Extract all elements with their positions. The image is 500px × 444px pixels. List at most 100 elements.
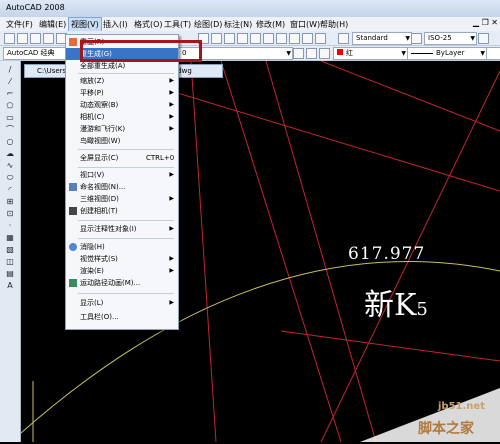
submenu-arrow-icon: ▶	[169, 125, 174, 132]
menu-item-zoom[interactable]: 缩放(Z) ▶	[66, 75, 178, 87]
insert-block-icon[interactable]: ⊞	[5, 197, 15, 206]
hatch-icon[interactable]: ▦	[5, 233, 15, 242]
drawing-label-sub: 5	[416, 299, 428, 320]
dim-style-icon[interactable]	[411, 33, 422, 44]
sheet-set-icon[interactable]	[289, 33, 300, 44]
new-file-icon[interactable]	[4, 33, 15, 44]
submenu-arrow-icon: ▶	[169, 267, 174, 274]
menu-item-toolbars[interactable]: 工具栏(O)...	[66, 311, 178, 323]
menu-file[interactable]: 文件(F)	[6, 19, 33, 30]
design-center-icon[interactable]	[263, 33, 274, 44]
menu-item-pan[interactable]: 平移(P) ▶	[66, 87, 178, 99]
menu-draw[interactable]: 绘图(D)	[194, 19, 222, 30]
text-style-select[interactable]: Standard ▼	[352, 32, 412, 45]
menu-item-create-camera[interactable]: 创建相机(T)	[66, 205, 178, 217]
menu-item-motion-path[interactable]: 运动路径动画(M)...	[66, 277, 178, 289]
color-select[interactable]: 红 ▼	[333, 47, 408, 60]
layer-previous-icon[interactable]	[293, 48, 304, 59]
submenu-arrow-icon: ▶	[169, 113, 174, 120]
submenu-arrow-icon: ▶	[169, 299, 174, 306]
spline-icon[interactable]: ∿	[5, 161, 15, 170]
tool-palettes-icon[interactable]	[276, 33, 287, 44]
workspace-select[interactable]: AutoCAD 经典	[3, 47, 66, 60]
menu-item-hide[interactable]: 消隐(H)	[66, 241, 178, 253]
line-tool-icon[interactable]: /	[5, 65, 15, 74]
rectangle-icon[interactable]: ▭	[5, 113, 15, 122]
layer-states-icon[interactable]	[319, 48, 330, 59]
zoom-previous-icon[interactable]	[237, 33, 248, 44]
make-block-icon[interactable]: ⊡	[5, 209, 15, 218]
menu-separator	[78, 238, 174, 239]
table-style-icon[interactable]	[478, 33, 489, 44]
point-icon[interactable]: ·	[5, 221, 15, 230]
minimize-icon[interactable]: ▁	[473, 18, 479, 27]
menu-item-3d-views[interactable]: 三维视图(D) ▶	[66, 193, 178, 205]
document-path: C:\Users	[37, 67, 67, 75]
print-icon[interactable]	[43, 33, 54, 44]
menu-item-orbit[interactable]: 动态观察(B) ▶	[66, 99, 178, 111]
menu-item-visual-styles[interactable]: 视觉样式(S) ▶	[66, 253, 178, 265]
menu-item-named-views[interactable]: 命名视图(N)...	[66, 181, 178, 193]
region-icon[interactable]: ◫	[5, 257, 15, 266]
text-style-value: Standard	[356, 34, 388, 42]
open-file-icon[interactable]	[17, 33, 28, 44]
polygon-icon[interactable]: ⬠	[5, 101, 15, 110]
restore-icon[interactable]: ❐	[482, 18, 489, 27]
workspace-value: AutoCAD 经典	[7, 49, 55, 57]
chevron-down-icon: ▼	[401, 50, 406, 57]
lineweight-select[interactable]	[486, 47, 500, 60]
menu-item-display[interactable]: 显示(L) ▶	[66, 297, 178, 309]
make-current-icon[interactable]	[306, 48, 317, 59]
properties-icon[interactable]	[250, 33, 261, 44]
menu-item-aerial-view[interactable]: 鸟瞰视图(W)	[66, 135, 178, 147]
menu-item-label: 缩放(Z)	[80, 77, 105, 85]
submenu-arrow-icon: ▶	[169, 89, 174, 96]
zoom-window-icon[interactable]	[224, 33, 235, 44]
menu-item-label: 命名视图(N)...	[80, 183, 126, 191]
ellipse-arc-icon[interactable]: ◜	[5, 185, 15, 194]
menu-item-render[interactable]: 渲染(E) ▶	[66, 265, 178, 277]
menu-item-label: 显示(L)	[80, 299, 104, 307]
save-icon[interactable]	[30, 33, 41, 44]
table-icon[interactable]: ▤	[5, 269, 15, 278]
markup-icon[interactable]	[302, 33, 313, 44]
redraw-icon	[69, 38, 77, 46]
window-title: AutoCAD 2008	[6, 3, 65, 12]
zoom-realtime-icon[interactable]	[211, 33, 222, 44]
gradient-icon[interactable]: ▧	[5, 245, 15, 254]
dim-style-value: ISO-25	[428, 34, 452, 42]
menu-item-camera[interactable]: 相机(C) ▶	[66, 111, 178, 123]
menu-item-walk-fly[interactable]: 漫游和飞行(K) ▶	[66, 123, 178, 135]
arc-icon[interactable]: ⌒	[5, 125, 15, 134]
text-style-icon[interactable]	[338, 33, 349, 44]
menu-edit[interactable]: 编辑(E)	[39, 19, 66, 30]
chevron-down-icon: ▼	[405, 35, 410, 42]
menu-help[interactable]: 帮助(H)	[320, 19, 348, 30]
menu-insert[interactable]: 插入(I)	[103, 19, 128, 30]
menu-tools[interactable]: 工具(T)	[164, 19, 191, 30]
polyline-icon[interactable]: ⌐	[5, 89, 15, 98]
menu-format[interactable]: 格式(O)	[134, 19, 163, 30]
circle-icon[interactable]: ○	[5, 137, 15, 146]
revision-cloud-icon[interactable]: ☁	[5, 149, 15, 158]
menu-item-annotative-objects[interactable]: 显示注释性对象(I) ▶	[66, 223, 178, 235]
close-icon[interactable]: ✕	[491, 18, 498, 27]
multiline-text-icon[interactable]: A	[5, 281, 15, 290]
menu-window[interactable]: 窗口(W)	[290, 19, 320, 30]
dim-style-select[interactable]: ISO-25 ▼	[424, 32, 477, 45]
menu-dimension[interactable]: 标注(N)	[224, 19, 252, 30]
drawing-label-text: 新K5	[364, 280, 428, 324]
menu-item-label: 显示注释性对象(I)	[80, 225, 137, 233]
linetype-select[interactable]: ByLayer ▼	[407, 47, 487, 60]
drawing-number-text: 617.977	[348, 244, 426, 264]
menu-modify[interactable]: 修改(M)	[256, 19, 285, 30]
menu-bar: 文件(F) 编辑(E) 视图(V) 插入(I) 格式(O) 工具(T) 绘图(D…	[0, 17, 500, 32]
menu-item-viewports[interactable]: 视口(V) ▶	[66, 169, 178, 181]
calculator-icon[interactable]	[315, 33, 326, 44]
construction-line-icon[interactable]: ⁄	[5, 77, 15, 86]
menu-separator	[78, 167, 174, 168]
menu-view[interactable]: 视图(V)	[68, 17, 102, 32]
submenu-arrow-icon: ▶	[169, 195, 174, 202]
ellipse-icon[interactable]: ⬭	[5, 173, 15, 182]
menu-item-fullscreen[interactable]: 全屏显示(C) CTRL+0	[66, 152, 178, 164]
